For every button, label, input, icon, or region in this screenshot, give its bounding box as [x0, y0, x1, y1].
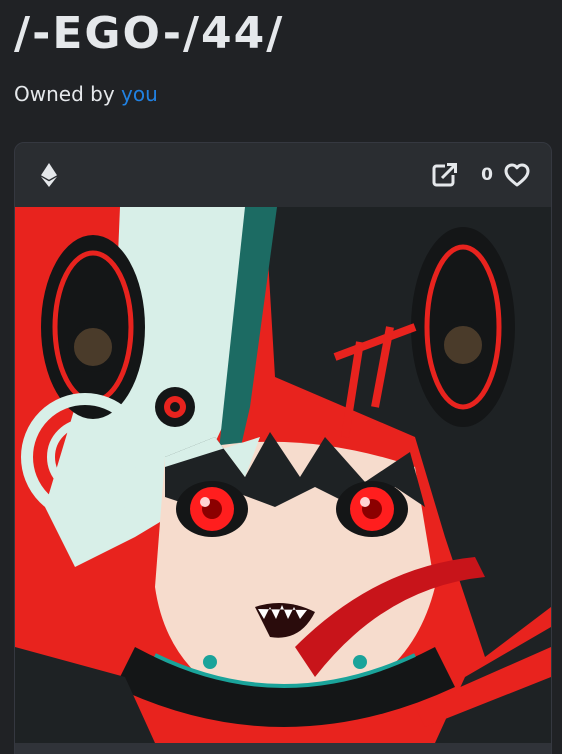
favorite-count: 0 — [481, 165, 493, 185]
nft-artwork-image[interactable] — [15, 207, 551, 743]
item-page: /-EGO-/44/ Owned by you 0 — [0, 0, 562, 754]
ethereum-icon — [39, 163, 59, 187]
card-header: 0 — [15, 143, 551, 207]
card-actions: 0 — [431, 161, 531, 189]
heart-outline-icon[interactable] — [503, 161, 531, 189]
owner-line: Owned by you — [14, 80, 158, 108]
page-title: /-EGO-/44/ — [14, 8, 285, 59]
owner-link[interactable]: you — [121, 82, 158, 106]
owned-by-label: Owned by — [14, 82, 122, 106]
open-in-new-icon[interactable] — [431, 161, 459, 189]
nft-card: 0 — [14, 142, 552, 754]
